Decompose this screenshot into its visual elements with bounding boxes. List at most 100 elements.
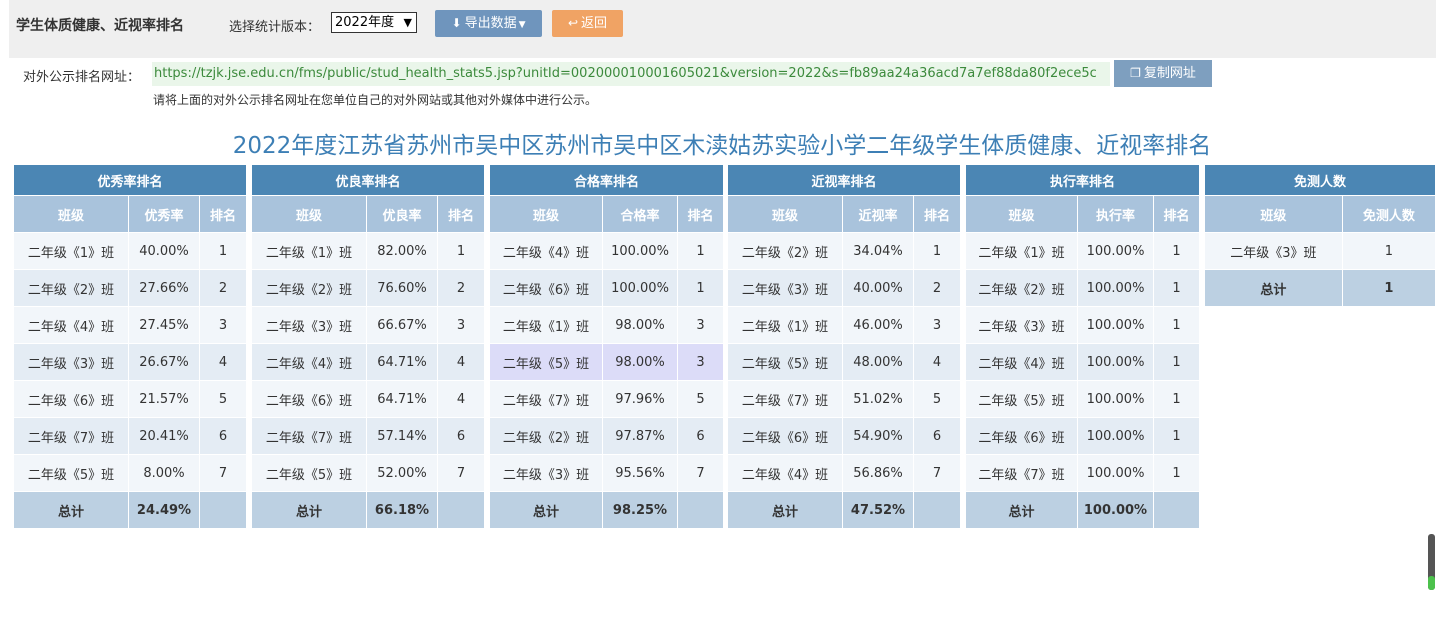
table-row: 二年级《1》班 100.00% 1 [965,232,1200,270]
table-row: 二年级《7》班 57.14% 6 [251,417,485,455]
table-cell: 1 [677,232,724,270]
table-cell: 1 [1153,380,1200,418]
table-row: 二年级《7》班 97.96% 5 [489,380,724,418]
table-row: 二年级《3》班 1 [1204,232,1436,270]
table-row: 二年级《5》班 48.00% 4 [727,343,961,381]
table-row: 二年级《4》班 64.71% 4 [251,343,485,381]
version-select-value: 2022年度 [335,15,395,30]
table-cell: 64.71% [366,343,438,381]
table-cell: 21.57% [128,380,200,418]
table-title: 优秀率排名 [13,164,247,196]
table-cell: 二年级《7》班 [727,380,843,418]
table-cell: 100.00% [602,232,678,270]
table-row: 二年级《2》班 76.60% 2 [251,269,485,307]
scrollbar-indicator [1428,576,1435,590]
table-cell: 48.00% [842,343,914,381]
table-cell: 100.00% [1077,380,1154,418]
table-cell: 二年级《3》班 [1204,232,1343,270]
excellent-rate-table: 优秀率排名 班级 优秀率 排名 二年级《1》班 40.00% 1 二年级《2》班 27.66% 2… [13,164,247,529]
total-row: 总计 24.49% [13,491,247,529]
table-cell: 二年级《4》班 [727,454,843,492]
table-row: 二年级《2》班 27.66% 2 [13,269,247,307]
export-data-label: 导出数据 [464,16,517,31]
table-row: 二年级《5》班 8.00% 7 [13,454,247,492]
table-cell: 二年级《1》班 [13,232,129,270]
table-cell: 二年级《3》班 [489,454,603,492]
total-cell: 总计 [489,491,603,529]
table-cell: 27.66% [128,269,200,307]
copy-url-button[interactable]: ❐ 复制网址 [1114,60,1212,87]
table-cell: 1 [437,232,485,270]
table-cell: 5 [199,380,247,418]
table-row: 二年级《1》班 46.00% 3 [727,306,961,344]
table-cell: 4 [913,343,961,381]
table-row: 二年级《6》班 54.90% 6 [727,417,961,455]
table-cell: 3 [677,306,724,344]
table-cell: 3 [913,306,961,344]
table-row: 二年级《1》班 40.00% 1 [13,232,247,270]
table-cell: 97.87% [602,417,678,455]
table-cell: 二年级《7》班 [13,417,129,455]
table-cell: 二年级《5》班 [965,380,1078,418]
table-cell: 100.00% [1077,343,1154,381]
table-cell: 95.56% [602,454,678,492]
column-header: 排名 [437,195,485,233]
table-row: 二年级《3》班 40.00% 2 [727,269,961,307]
table-cell: 二年级《7》班 [251,417,367,455]
report-title: 2022年度江苏省苏州市吴中区苏州市吴中区木渎姑苏实验小学二年级学生体质健康、近… [232,133,1212,159]
column-header: 合格率 [602,195,678,233]
table-cell: 2 [199,269,247,307]
column-header: 排名 [913,195,961,233]
table-cell: 1 [1341,232,1436,270]
table-cell: 二年级《5》班 [489,343,603,381]
table-cell: 二年级《2》班 [13,269,129,307]
total-row: 总计 98.25% [489,491,724,529]
table-row: 二年级《4》班 56.86% 7 [727,454,961,492]
table-cell: 二年级《6》班 [251,380,367,418]
total-row: 总计 100.00% [965,491,1200,529]
table-cell: 二年级《3》班 [13,343,129,381]
table-row: 二年级《4》班 27.45% 3 [13,306,247,344]
total-cell: 66.18% [366,491,438,529]
toolbar: 学生体质健康、近视率排名 选择统计版本： 2022年度 ▼ ⬇ 导出数据 ▼ ↩ 返回 [9,0,1436,58]
table-cell: 82.00% [366,232,438,270]
column-header: 排名 [199,195,247,233]
download-icon: ⬇ [451,16,462,30]
table-title: 免测人数 [1204,164,1436,196]
table-row: 二年级《6》班 100.00% 1 [965,417,1200,455]
column-header: 排名 [677,195,724,233]
version-select[interactable]: 2022年度 ▼ [331,12,417,33]
table-row: 二年级《6》班 64.71% 4 [251,380,485,418]
table-cell: 2 [437,269,485,307]
table-title: 优良率排名 [251,164,485,196]
table-cell: 52.00% [366,454,438,492]
table-cell: 二年级《2》班 [965,269,1078,307]
export-data-button[interactable]: ⬇ 导出数据 ▼ [435,10,542,37]
total-cell: 47.52% [842,491,914,529]
table-cell: 5 [677,380,724,418]
column-header: 执行率 [1077,195,1154,233]
table-row: 二年级《6》班 100.00% 1 [489,269,724,307]
table-row: 二年级《2》班 34.04% 1 [727,232,961,270]
table-cell: 7 [437,454,485,492]
total-cell [437,491,485,529]
table-cell: 100.00% [602,269,678,307]
table-row: 二年级《5》班 98.00% 3 [489,343,724,381]
pass-rate-table: 合格率排名 班级 合格率 排名 二年级《4》班 100.00% 1 二年级《6》班 100.00… [489,164,724,529]
table-cell: 1 [677,269,724,307]
share-url-hint: 请将上面的对外公示排名网址在您单位自己的对外网站或其他对外媒体中进行公示。 [153,93,598,107]
back-button[interactable]: ↩ 返回 [552,10,623,37]
share-url-field[interactable]: https://tzjk.jse.edu.cn/fms/public/stud_… [152,62,1110,86]
table-cell: 6 [913,417,961,455]
table-row: 二年级《1》班 82.00% 1 [251,232,485,270]
table-cell: 二年级《3》班 [251,306,367,344]
column-header: 班级 [1204,195,1343,233]
table-cell: 3 [677,343,724,381]
column-header: 班级 [489,195,603,233]
table-cell: 二年级《6》班 [727,417,843,455]
table-cell: 100.00% [1077,306,1154,344]
table-row: 二年级《6》班 21.57% 5 [13,380,247,418]
copy-url-label: 复制网址 [1143,66,1196,81]
column-header: 优良率 [366,195,438,233]
table-cell: 二年级《4》班 [489,232,603,270]
